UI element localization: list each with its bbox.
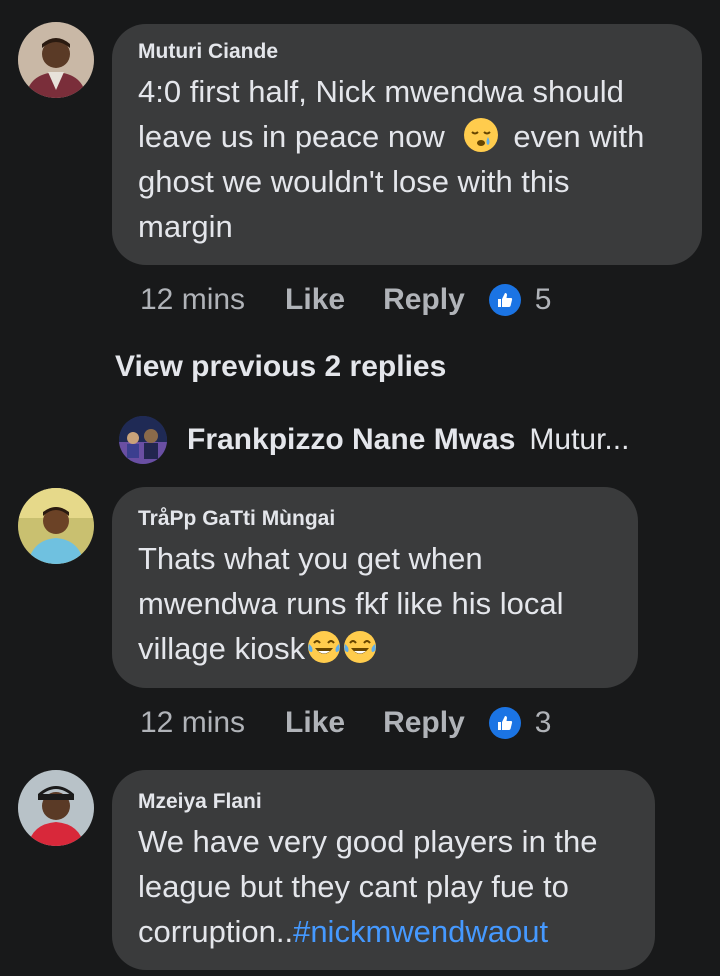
thumbs-up-icon[interactable] [488,707,521,739]
comment-author[interactable]: Mzeiya Flani [138,790,262,814]
reply-author: Frankpizzo Nane Mwas [187,423,516,456]
sleepy-face-icon [463,117,499,153]
comment-line-text: village kiosk [138,631,306,666]
comment-line: We have very good players in the [138,824,598,859]
user-photo-icon [18,488,94,564]
comment-text: We have very good players in the league … [138,819,650,954]
comment-text: 4:0 first half, Nick mwendwa should leav… [138,69,698,249]
thumbs-up-icon[interactable] [488,284,521,316]
comment-line: mwendwa runs fkf like his local [138,586,564,621]
avatar[interactable] [18,22,94,98]
reaction-count[interactable]: 3 [535,706,552,740]
comment-line-text: leave us in peace now [138,119,445,154]
comment-author[interactable]: Muturi Ciande [138,40,278,64]
avatar[interactable] [18,770,94,846]
face-with-tears-of-joy-icon [307,630,341,664]
comment-line: ghost we wouldn't lose with this [138,164,570,199]
hashtag-link[interactable]: #nickmwendwaout [293,914,548,949]
comment-line: village kiosk [138,626,633,671]
comment-line-text: even with [513,119,645,154]
comment-author[interactable]: TråPp GaTti Mùngai [138,507,335,531]
group-photo-icon [119,416,167,464]
view-previous-replies-link[interactable]: View previous 2 replies [115,350,446,384]
comment-line: corruption..#nickmwendwaout [138,909,650,954]
user-photo-icon [18,770,94,846]
comment-thread: Muturi Ciande 4:0 first half, Nick mwend… [0,0,720,976]
comment-line-text: corruption.. [138,914,294,949]
avatar[interactable] [18,488,94,564]
user-photo-icon [18,22,94,98]
avatar [119,416,167,464]
like-button[interactable]: Like [285,283,345,317]
like-button[interactable]: Like [285,706,345,740]
comment-line: 4:0 first half, Nick mwendwa should [138,74,624,109]
comment-timestamp[interactable]: 12 mins [140,283,245,317]
comment-line: margin [138,209,233,244]
reaction-count[interactable]: 5 [535,283,552,317]
reply-button[interactable]: Reply [383,706,465,740]
comment-actions: 12 mins Like Reply 5 [140,280,551,320]
reply-snippet: Mutur... [529,423,630,456]
reply-preview[interactable]: Frankpizzo Nane Mwas Mutur... [119,416,629,464]
comment-line: leave us in peace now even with [138,114,698,159]
reply-button[interactable]: Reply [383,283,465,317]
comment-text: Thats what you get when mwendwa runs fkf… [138,536,633,671]
comment-timestamp[interactable]: 12 mins [140,706,245,740]
comment-actions: 12 mins Like Reply 3 [140,703,551,743]
comment-line: league but they cant play fue to [138,869,569,904]
comment-line: Thats what you get when [138,541,483,576]
face-with-tears-of-joy-icon [343,630,377,664]
